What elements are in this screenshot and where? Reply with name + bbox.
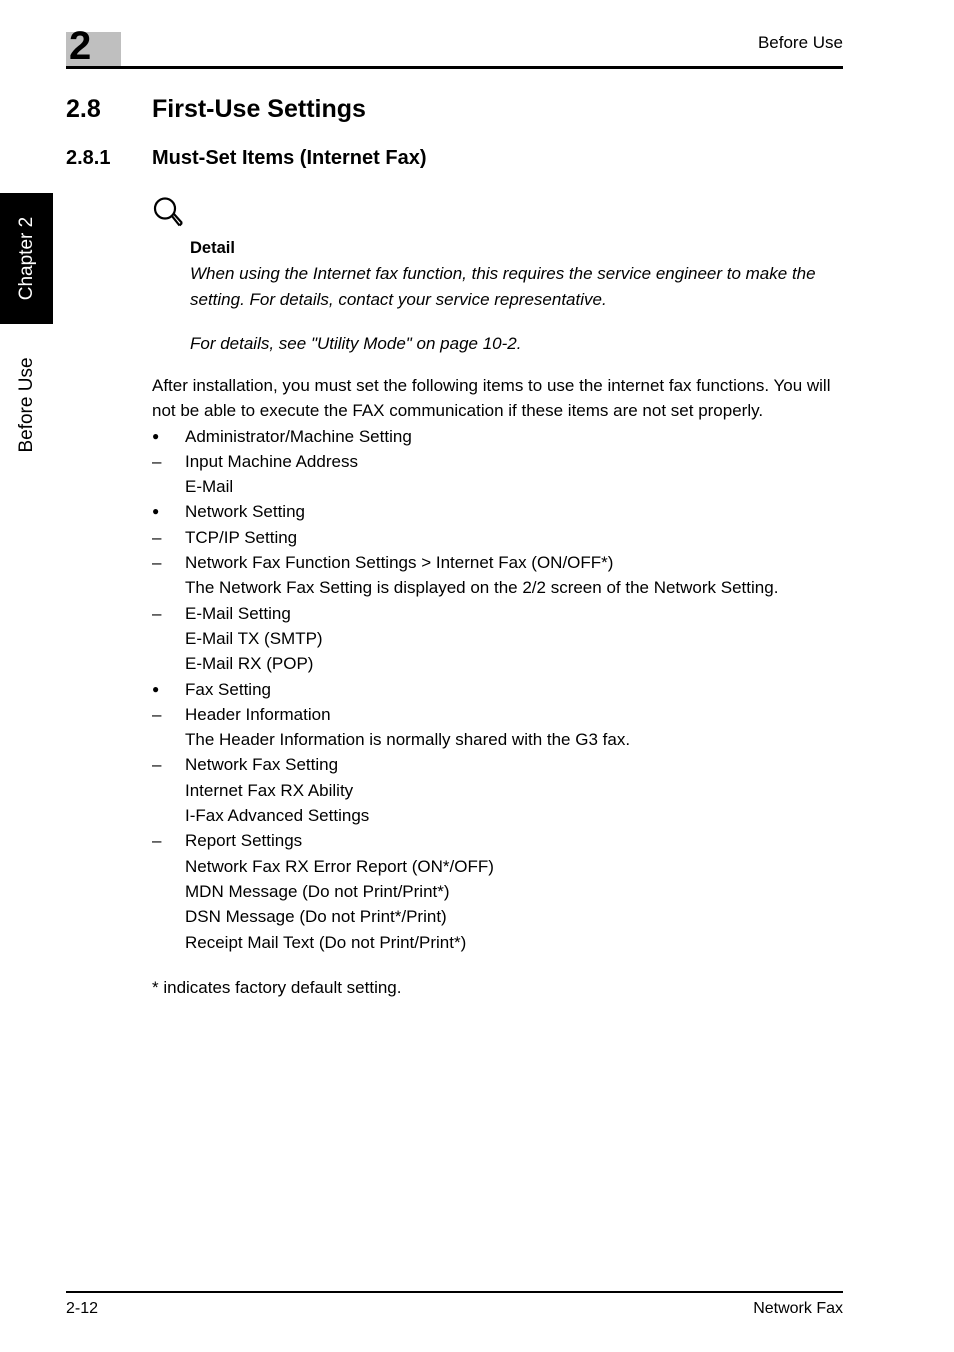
dash-marker-icon: – [152, 831, 162, 851]
list-item-label: E-Mail Setting [185, 603, 291, 623]
list-item: – Network Fax Setting Internet Fax RX Abil… [152, 752, 852, 828]
body-content: After installation, you must set the fol… [152, 373, 852, 1000]
list-item-subline: E-Mail TX (SMTP) [185, 628, 323, 648]
section-heading-2-number: 2.8.1 [66, 147, 111, 169]
header-rule [66, 66, 843, 69]
list-item: ● Network Setting [152, 499, 852, 524]
bullet-marker-icon: ● [152, 428, 160, 443]
list-item-subline: I-Fax Advanced Settings [185, 806, 370, 826]
list-item: – Network Fax Function Settings > Interne… [152, 550, 852, 601]
list-item-row: – Input Machine Address [152, 449, 852, 474]
chapter-badge-number: 2 [69, 24, 91, 68]
side-tab-chapter: Chapter 2 [0, 193, 53, 324]
list-item-subline: Internet Fax RX Ability [185, 780, 354, 800]
list-item-subline: Receipt Mail Text (Do not Print/Print*) [185, 932, 467, 952]
detail-callout-paragraph: When using the Internet fax function, th… [190, 264, 816, 309]
list-item-label: TCP/IP Setting [185, 527, 298, 547]
dash-marker-icon: – [152, 704, 162, 724]
dash-marker-icon: – [152, 527, 162, 547]
list-item-label: Report Settings [185, 831, 303, 851]
side-tab-section: Before Use [0, 330, 53, 480]
list-item-subline: The Network Fax Setting is displayed on … [185, 578, 779, 598]
list-item: – Header Information The Header Informatio… [152, 702, 852, 753]
dash-marker-icon: – [152, 603, 162, 623]
detail-callout-reference: For details, see "Utility Mode" on page … [190, 334, 522, 353]
side-tab-chapter-label: Chapter 2 [16, 216, 37, 301]
list-item-row: – Network Fax Function Settings > Interne… [152, 550, 852, 575]
detail-callout-body: Detail When using the Internet fax funct… [190, 236, 852, 357]
footer-document-title: Network Fax [753, 1300, 843, 1317]
list-item: – Report Settings Network Fax RX Error Rep… [152, 828, 852, 954]
list-item-row: ● Administrator/Machine Setting [152, 424, 852, 449]
list-item-label: Network Fax Function Settings > Internet… [185, 553, 614, 573]
list-item-subline: E-Mail RX (POP) [185, 654, 314, 674]
footer-page-number: 2-12 [66, 1300, 99, 1317]
list-item: ● Fax Setting [152, 677, 852, 702]
list-item: – TCP/IP Setting [152, 525, 852, 550]
list-item-label: Network Setting [185, 502, 305, 522]
list-item-label: Network Fax Setting [185, 755, 339, 775]
header-running-title: Before Use [757, 33, 843, 52]
dash-marker-icon: – [152, 755, 162, 775]
page-header: 2 Before Use [0, 0, 954, 80]
list-item-row: – TCP/IP Setting [152, 525, 852, 550]
list-item-row: – Report Settings [152, 828, 852, 853]
detail-callout-heading: Detail [190, 239, 235, 257]
list-item-row: – Header Information [152, 702, 852, 727]
section-heading-1-number: 2.8 [66, 95, 101, 123]
list-item-subline: Network Fax RX Error Report (ON*/OFF) [185, 856, 494, 876]
list-item-label: Input Machine Address [185, 451, 358, 471]
list-item-label: Administrator/Machine Setting [185, 426, 412, 446]
list-item-subline: The Header Information is normally share… [185, 730, 631, 750]
list-item: – Input Machine Address E-Mail [152, 449, 852, 500]
section-heading-2-title: Must-Set Items (Internet Fax) [152, 147, 427, 169]
list-item: ● Administrator/Machine Setting [152, 424, 852, 449]
bullet-marker-icon: ● [152, 504, 160, 519]
section-heading-2: 2.8.1 Must-Set Items (Internet Fax) [66, 147, 856, 170]
settings-list: ● Administrator/Machine Setting – Input Mac… [152, 424, 852, 955]
list-item-label: Header Information [185, 704, 331, 724]
footer-rule [66, 1291, 843, 1293]
document-page: 2 Before Use Chapter 2 Before Use 2.8 Fi… [0, 0, 954, 1352]
list-item-row: ● Fax Setting [152, 677, 852, 702]
footnote-text: * indicates factory default setting. [152, 977, 402, 997]
list-item-row: ● Network Setting [152, 499, 852, 524]
dash-marker-icon: – [152, 553, 162, 573]
list-item-label: Fax Setting [185, 679, 271, 699]
side-tab-section-label: Before Use [16, 357, 37, 453]
section-heading-1-title: First-Use Settings [152, 95, 366, 123]
section-heading-1: 2.8 First-Use Settings [66, 95, 856, 124]
detail-callout: Detail When using the Internet fax funct… [152, 196, 852, 357]
magnifier-icon [153, 197, 183, 227]
list-item: – E-Mail Setting E-Mail TX (SMTP) E-Mail RX… [152, 601, 852, 677]
list-item-subline: MDN Message (Do not Print/Print*) [185, 881, 450, 901]
intro-paragraph: After installation, you must set the fol… [152, 376, 831, 421]
dash-marker-icon: – [152, 451, 162, 471]
bullet-marker-icon: ● [152, 681, 160, 696]
list-item-row: – Network Fax Setting [152, 752, 852, 777]
list-item-subline: DSN Message (Do not Print*/Print) [185, 907, 447, 927]
list-item-subline: E-Mail [185, 477, 234, 497]
list-item-row: – E-Mail Setting [152, 601, 852, 626]
